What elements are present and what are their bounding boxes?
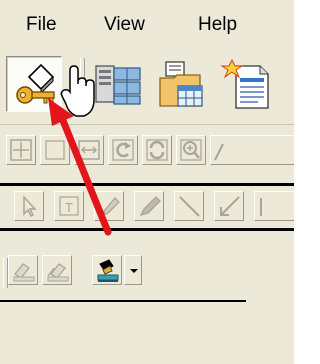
line-icon [179,196,200,217]
rotate-left-button[interactable] [108,135,138,165]
drawing-toolbar: T [0,183,294,231]
menu-view[interactable]: View [104,14,145,36]
zoom-in-button[interactable] [176,135,206,165]
fit-width-button[interactable] [74,135,104,165]
refresh-icon [146,139,168,161]
highlighter-icon [99,197,120,217]
blank-icon [45,140,65,160]
truncated-icon [214,143,224,161]
arrow-line-icon [220,196,240,216]
main-toolbar [0,50,294,125]
server-database-button[interactable] [90,56,146,112]
key-icon [16,63,55,104]
new-document-button[interactable] [218,56,274,112]
highlighter-button[interactable] [94,191,124,221]
blank-button[interactable] [40,135,70,165]
key-button[interactable] [6,56,62,112]
text-tool-icon: T [59,196,79,216]
menu-help[interactable]: Help [198,14,237,36]
new-document-icon [220,58,269,109]
select-button[interactable] [14,191,44,221]
toolbar-separator [80,58,85,112]
truncated-icon [260,198,262,216]
folder-table-icon [159,61,203,107]
zoom-in-icon [180,139,202,161]
stamp-disabled-icon [13,263,35,282]
move-icon [10,139,32,161]
stamp-active-icon [97,259,119,282]
stamp-dropdown-arrow[interactable] [124,255,142,285]
navigation-toolbar [0,130,294,174]
stamp-button[interactable] [8,255,38,285]
svg-text:T: T [65,200,73,215]
folder-table-button[interactable] [152,56,208,112]
line-button[interactable] [174,191,204,221]
fit-width-icon [78,140,100,160]
rotate-left-icon [112,139,134,161]
stamp-multi-button[interactable] [42,255,72,285]
app-window: File View Help T [0,0,294,364]
pen-icon [139,196,161,217]
menu-file[interactable]: File [26,14,57,36]
move-button[interactable] [6,135,36,165]
text-tool-button[interactable]: T [54,191,84,221]
truncated-button[interactable] [210,135,294,165]
chevron-down-icon [130,269,138,273]
divider-line [0,300,246,302]
stamp-toolbar [0,250,294,294]
refresh-button[interactable] [142,135,172,165]
stamp-multi-disabled-icon [47,263,69,282]
truncated-draw-button[interactable] [254,191,294,221]
arrow-line-button[interactable] [214,191,244,221]
menu-bar: File View Help [0,0,294,50]
pen-button[interactable] [134,191,164,221]
stamp-active-button[interactable] [92,255,122,285]
select-arrow-icon [23,195,37,218]
server-database-icon [95,65,141,105]
